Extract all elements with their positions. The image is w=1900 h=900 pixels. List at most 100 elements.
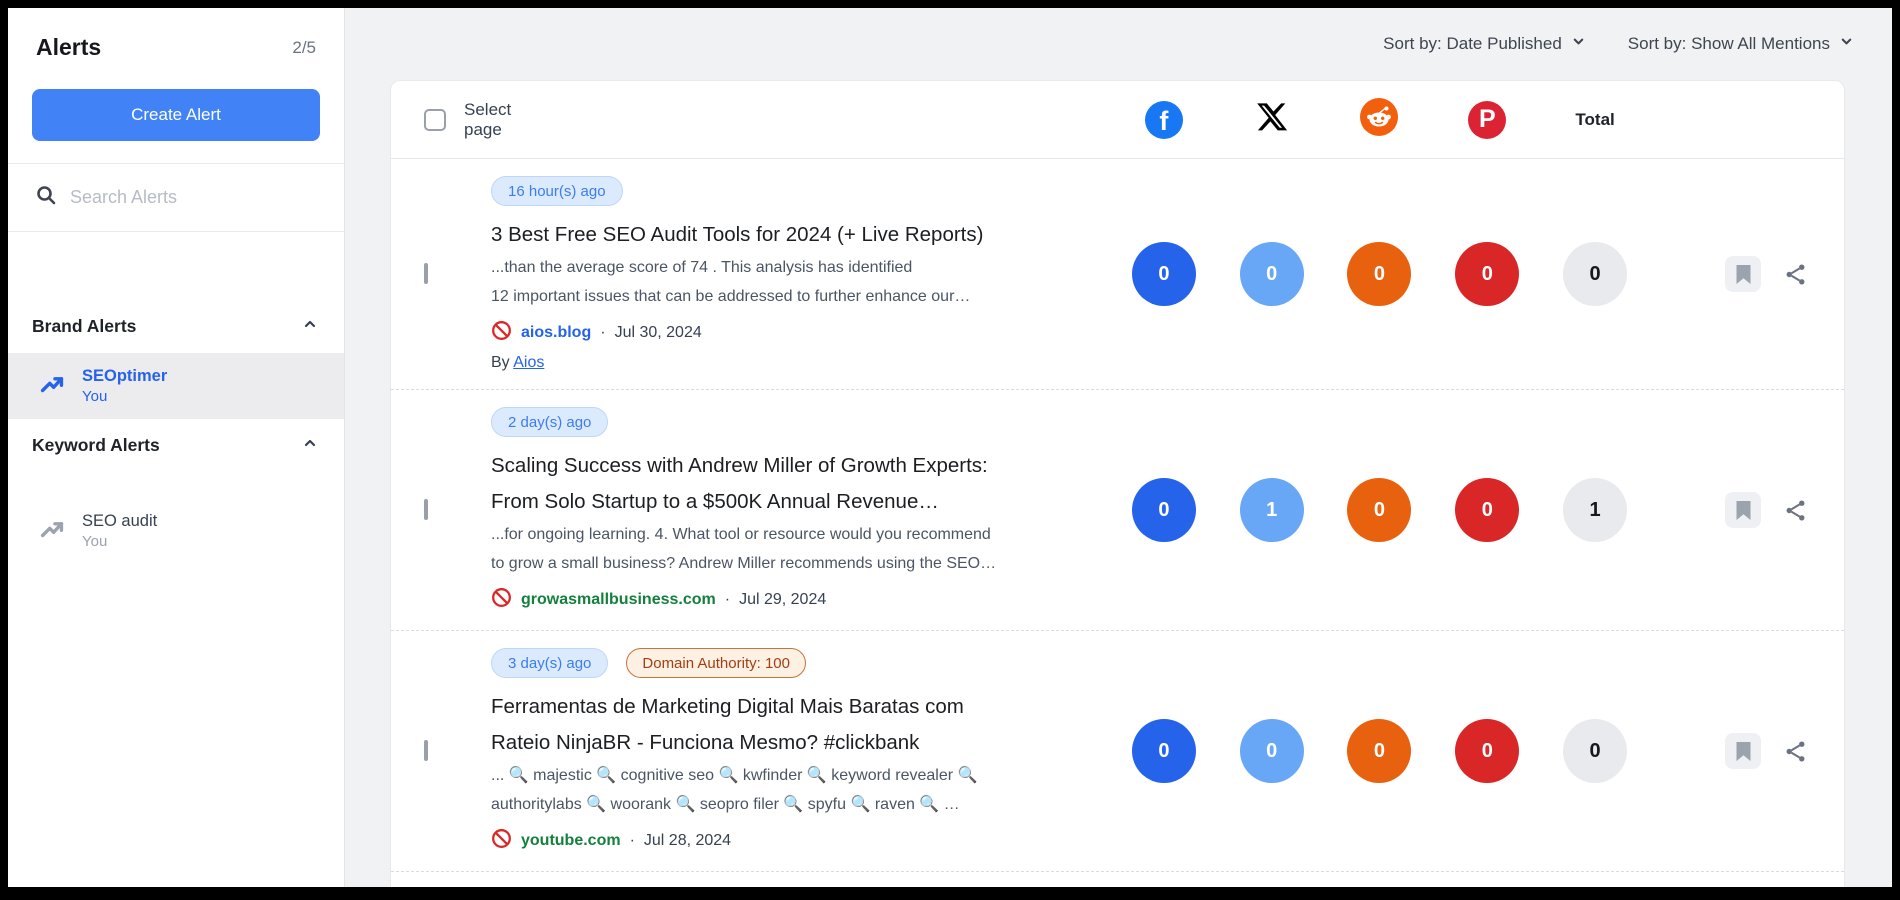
sort-by-date-dropdown[interactable]: Sort by: Date Published	[1383, 34, 1586, 54]
total-count: 0	[1563, 242, 1627, 306]
sidebar-item-seo-audit[interactable]: SEO audit You	[8, 498, 344, 564]
mention-title[interactable]: 3 Best Free SEO Audit Tools for 2024 (+ …	[491, 217, 1110, 253]
chevron-down-icon	[1839, 34, 1854, 54]
mention-byline: By Aios	[491, 354, 1110, 372]
pinterest-icon: P	[1468, 101, 1506, 139]
select-page-label: Select page	[464, 100, 511, 140]
separator-dot: ·	[600, 324, 605, 342]
table-header: Select page f	[391, 81, 1844, 159]
pinterest-count: 0	[1455, 719, 1519, 783]
age-badge: 3 day(s) ago	[491, 648, 608, 678]
reddit-icon	[1360, 98, 1398, 141]
mention-date: Jul 28, 2024	[644, 832, 731, 850]
x-twitter-icon	[1256, 101, 1288, 138]
mention-domain[interactable]: growasmallbusiness.com	[521, 591, 716, 609]
row-checkbox[interactable]	[424, 499, 428, 520]
share-icon[interactable]	[1783, 498, 1808, 523]
x-count: 0	[1240, 242, 1304, 306]
alert-name: SEOptimer	[82, 367, 167, 386]
block-icon[interactable]	[491, 587, 512, 613]
x-count: 1	[1240, 478, 1304, 542]
bookmark-icon[interactable]	[1725, 733, 1761, 769]
row-checkbox[interactable]	[424, 263, 428, 284]
chevron-down-icon	[1571, 34, 1586, 54]
window-frame: Alerts 2/5 Create Alert Brand Alerts SEO…	[0, 0, 1900, 900]
pinterest-count: 0	[1455, 478, 1519, 542]
sort-by-mentions-dropdown[interactable]: Sort by: Show All Mentions	[1628, 34, 1854, 54]
sidebar-item-seoptimer[interactable]: SEOptimer You	[8, 353, 344, 419]
mention-snippet-line: ...for ongoing learning. 4. What tool or…	[491, 520, 1110, 549]
block-icon[interactable]	[491, 828, 512, 854]
mention-date: Jul 29, 2024	[739, 591, 826, 609]
block-icon[interactable]	[491, 320, 512, 346]
sort-by-date-label: Sort by: Date Published	[1383, 34, 1562, 54]
sidebar-header: Alerts 2/5	[8, 8, 344, 71]
page-title: Alerts	[36, 34, 101, 61]
share-icon[interactable]	[1783, 739, 1808, 764]
alert-owner: You	[82, 388, 167, 405]
mention-row: 2 day(s) ago Scaling Success with Andrew…	[391, 390, 1844, 631]
reddit-count: 0	[1347, 478, 1411, 542]
mention-title[interactable]: Rateio NinjaBR - Funciona Mesmo? #clickb…	[491, 725, 1110, 761]
trending-up-icon	[40, 516, 66, 547]
mention-snippet-line: authoritylabs 🔍 woorank 🔍 seopro filer 🔍…	[491, 790, 1110, 819]
domain-authority-badge: Domain Authority: 100	[626, 648, 806, 678]
keyword-alerts-section-header[interactable]: Keyword Alerts	[8, 419, 344, 472]
mention-domain[interactable]: aios.blog	[521, 324, 591, 342]
create-alert-button[interactable]: Create Alert	[32, 89, 320, 141]
mentions-main: Sort by: Date Published Sort by: Show Al…	[345, 8, 1892, 887]
age-badge: 2 day(s) ago	[491, 407, 608, 437]
facebook-count: 0	[1132, 719, 1196, 783]
mention-snippet-line: ... 🔍 majestic 🔍 cognitive seo 🔍 kwfinde…	[491, 761, 1110, 790]
sidebar-gap	[8, 472, 344, 498]
total-column-label: Total	[1575, 110, 1614, 130]
mention-domain[interactable]: youtube.com	[521, 832, 621, 850]
app-root: Alerts 2/5 Create Alert Brand Alerts SEO…	[8, 8, 1892, 887]
reddit-count: 0	[1347, 719, 1411, 783]
pinterest-count: 0	[1455, 242, 1519, 306]
mention-date: Jul 30, 2024	[615, 324, 702, 342]
total-count: 1	[1563, 478, 1627, 542]
mention-row: 3 day(s) ago Domain Authority: 100 Ferra…	[391, 631, 1844, 872]
row-checkbox[interactable]	[424, 740, 428, 761]
mention-title[interactable]: Ferramentas de Marketing Digital Mais Ba…	[491, 689, 1110, 725]
brand-alerts-section-header[interactable]: Brand Alerts	[8, 300, 344, 353]
chevron-up-icon	[302, 435, 318, 456]
bookmark-icon[interactable]	[1725, 492, 1761, 528]
keyword-alerts-label: Keyword Alerts	[32, 435, 160, 456]
x-count: 0	[1240, 719, 1304, 783]
search-alerts-input[interactable]	[70, 187, 290, 208]
bookmark-icon[interactable]	[1725, 256, 1761, 292]
mention-title[interactable]: Scaling Success with Andrew Miller of Gr…	[491, 448, 1110, 484]
chevron-up-icon	[302, 316, 318, 337]
alert-name: SEO audit	[82, 512, 157, 531]
total-count: 0	[1563, 719, 1627, 783]
age-badge: 16 hour(s) ago	[491, 176, 623, 206]
search-icon	[36, 185, 56, 210]
reddit-count: 0	[1347, 242, 1411, 306]
sort-by-mentions-label: Sort by: Show All Mentions	[1628, 34, 1830, 54]
share-icon[interactable]	[1783, 262, 1808, 287]
alerts-sidebar: Alerts 2/5 Create Alert Brand Alerts SEO…	[8, 8, 345, 887]
alert-owner: You	[82, 533, 157, 550]
sidebar-spacer	[8, 232, 344, 300]
mention-snippet-line: to grow a small business? Andrew Miller …	[491, 549, 1110, 578]
sort-toolbar: Sort by: Date Published Sort by: Show Al…	[345, 8, 1892, 80]
byline-prefix: By	[491, 354, 510, 371]
mention-snippet-line: 12 important issues that can be addresse…	[491, 282, 1110, 311]
trending-up-icon	[40, 371, 66, 402]
facebook-count: 0	[1132, 242, 1196, 306]
facebook-icon: f	[1145, 101, 1183, 139]
facebook-count: 0	[1132, 478, 1196, 542]
byline-author-link[interactable]: Aios	[513, 354, 544, 371]
separator-dot: ·	[630, 832, 635, 850]
mention-snippet-line: ...than the average score of 74 . This a…	[491, 253, 1110, 282]
mention-row: 16 hour(s) ago 3 Best Free SEO Audit Too…	[391, 159, 1844, 390]
alerts-usage-counter: 2/5	[292, 38, 316, 58]
separator-dot: ·	[725, 591, 730, 609]
mention-title[interactable]: From Solo Startup to a $500K Annual Reve…	[491, 484, 1110, 520]
select-page-checkbox[interactable]	[424, 109, 446, 131]
mentions-card: Select page f	[390, 80, 1845, 887]
brand-alerts-label: Brand Alerts	[32, 316, 136, 337]
search-alerts-box	[8, 163, 344, 232]
